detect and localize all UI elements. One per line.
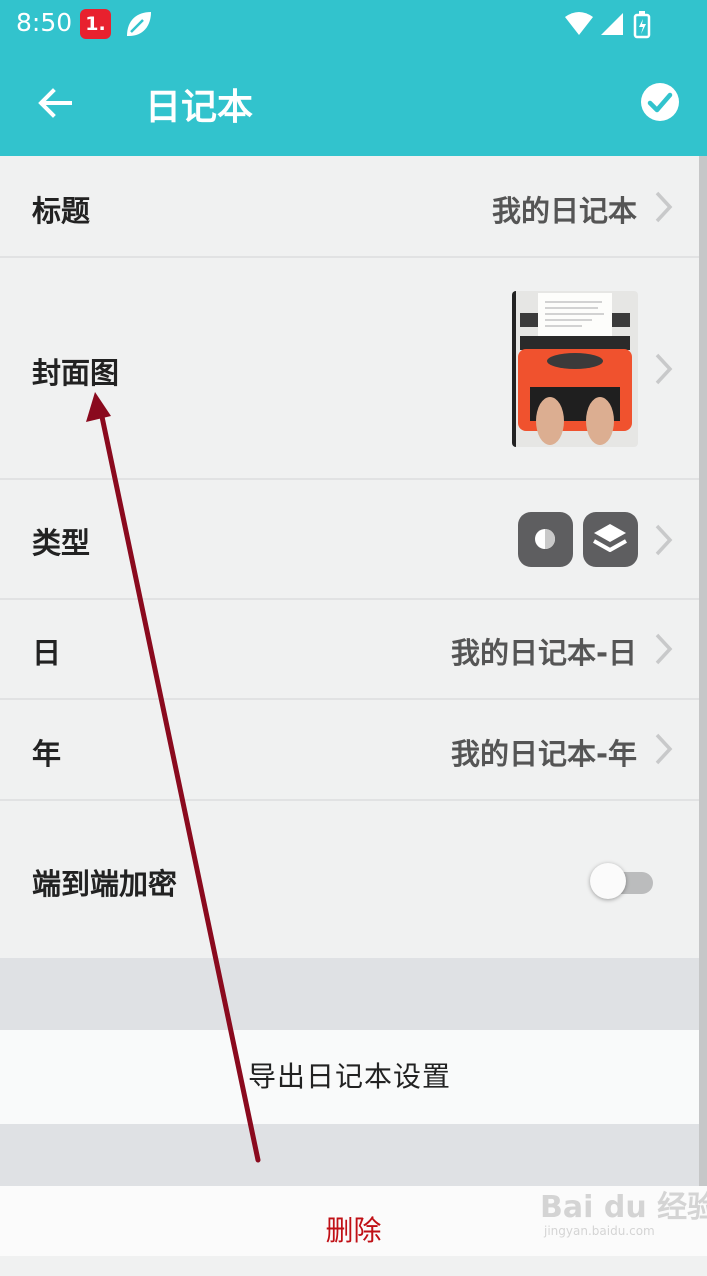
- signal-icon: [601, 13, 623, 35]
- type-label: 类型: [32, 526, 91, 560]
- battery-icon: [633, 11, 651, 39]
- encryption-label: 端到端加密: [32, 867, 178, 901]
- chevron-right-icon: [655, 633, 673, 665]
- status-icons: [563, 10, 655, 44]
- app-bar: 日记本: [0, 50, 707, 156]
- toggle-style-icon[interactable]: [518, 512, 573, 567]
- chevron-right-icon: [655, 353, 673, 385]
- export-settings-button[interactable]: 导出日记本设置: [0, 1030, 699, 1124]
- day-value: 我的日记本-日: [450, 636, 637, 670]
- status-time: 8:50: [16, 8, 73, 37]
- chevron-right-icon: [655, 524, 673, 556]
- cover-row[interactable]: 封面图: [0, 258, 699, 480]
- check-circle-icon[interactable]: [640, 82, 680, 122]
- page-title: 日记本: [145, 87, 254, 128]
- section-divider: [0, 958, 699, 1030]
- watermark-url: jingyan.baidu.com: [544, 1224, 655, 1238]
- type-row[interactable]: 类型: [0, 480, 699, 600]
- cover-label: 封面图: [32, 356, 120, 390]
- title-value: 我的日记本: [491, 194, 637, 228]
- scrollbar[interactable]: [699, 156, 707, 1186]
- year-row[interactable]: 年 我的日记本-年: [0, 700, 699, 801]
- title-label: 标题: [32, 194, 91, 228]
- notification-badge: 1.: [80, 9, 111, 39]
- wifi-icon: [565, 12, 593, 35]
- year-label: 年: [32, 737, 62, 771]
- chevron-right-icon: [655, 191, 673, 223]
- layers-icon[interactable]: [583, 512, 638, 567]
- toggle-thumb: [590, 863, 626, 899]
- arrow-left-icon[interactable]: [34, 82, 76, 124]
- cover-image[interactable]: [512, 291, 638, 447]
- status-bar: 8:50 1.: [0, 0, 707, 50]
- day-row[interactable]: 日 我的日记本-日: [0, 600, 699, 700]
- encryption-toggle[interactable]: [590, 863, 654, 899]
- title-row[interactable]: 标题 我的日记本: [0, 156, 699, 258]
- encryption-row: 端到端加密: [0, 801, 699, 958]
- baidu-jingyan-watermark: Bai du 经验 jingyan.baidu.com: [540, 1176, 707, 1252]
- watermark-text: Bai du 经验: [540, 1190, 707, 1225]
- leaf-icon: [127, 12, 151, 36]
- year-value: 我的日记本-年: [450, 737, 637, 771]
- day-label: 日: [32, 636, 62, 670]
- chevron-right-icon: [655, 733, 673, 765]
